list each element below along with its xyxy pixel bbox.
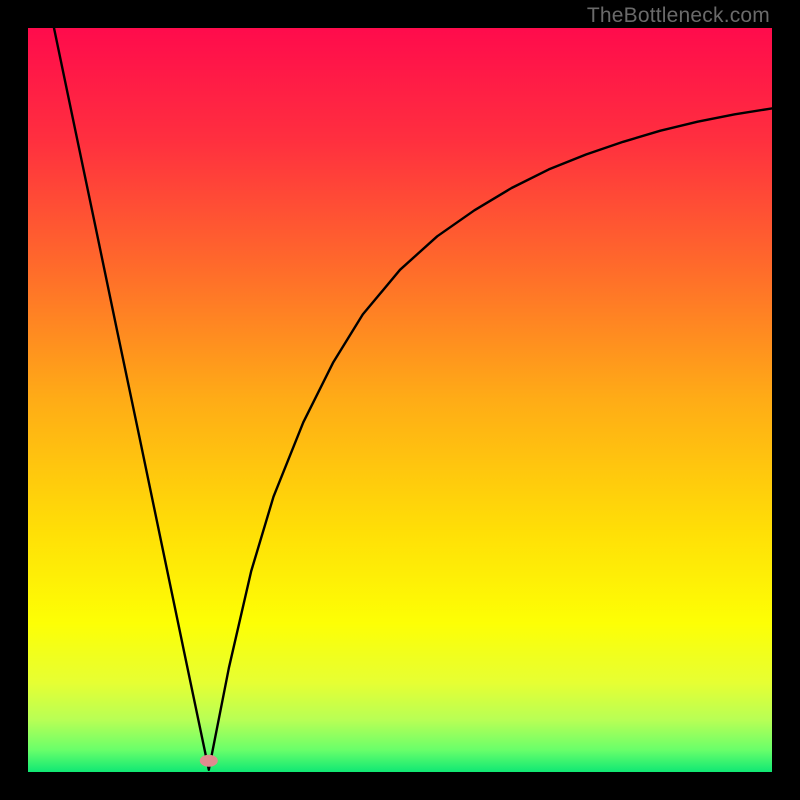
- minimum-marker: [200, 755, 218, 767]
- bottleneck-curve: [28, 28, 772, 772]
- watermark-text: TheBottleneck.com: [587, 4, 770, 28]
- curve-line: [54, 28, 772, 770]
- plot-area: [28, 28, 772, 772]
- chart-frame: TheBottleneck.com: [0, 0, 800, 800]
